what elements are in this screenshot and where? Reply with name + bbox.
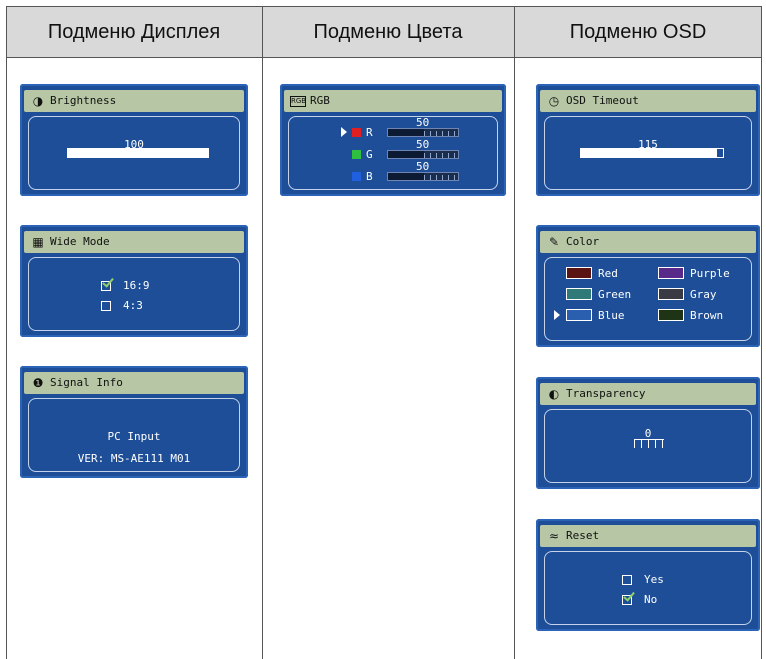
column-divider (262, 6, 263, 659)
color-swatch-blue[interactable] (566, 309, 592, 321)
transparency-icon: ◐ (548, 387, 560, 401)
osd-title: Signal Info (50, 376, 123, 389)
option-16-9-checkbox[interactable] (101, 281, 111, 291)
reset-no-checkbox[interactable] (622, 595, 632, 605)
input-label: PC Input (107, 430, 161, 443)
half-circle-icon: ◑ (32, 94, 44, 108)
osd-title: Color (566, 235, 600, 248)
osd-body (28, 257, 240, 331)
color-swatch-gray[interactable] (658, 288, 684, 300)
color-label-red: Red (598, 267, 618, 280)
version-label: VER: MS-AE111 M01 (77, 452, 191, 465)
header-display-submenu: Подменю Дисплея (47, 21, 221, 43)
osd-timeout-slider[interactable] (580, 148, 724, 158)
header-row: Подменю Дисплея Подменю Цвета Подменю OS… (6, 6, 762, 58)
osd-title-bar: ▦ Wide Mode (24, 231, 244, 253)
osd-title: RGB (310, 94, 330, 107)
info-icon: ❶ (32, 376, 44, 390)
color-label-gray: Gray (690, 288, 717, 301)
column-divider (6, 6, 7, 659)
column-divider (514, 6, 515, 659)
osd-title-bar: ◷ OSD Timeout (540, 90, 756, 112)
color-swatch-green[interactable] (566, 288, 592, 300)
osd-title-bar: ❶ Signal Info (24, 372, 244, 394)
osd-timeout-fill (581, 149, 718, 157)
signal-info-osd: ❶ Signal Info PC Input VER: MS-AE111 M01 (20, 366, 248, 478)
option-4-3-checkbox[interactable] (101, 301, 111, 311)
header-osd-submenu: Подменю OSD (569, 21, 707, 43)
header-color-submenu: Подменю Цвета (313, 21, 463, 43)
reset-yes-checkbox[interactable] (622, 575, 632, 585)
osd-title-bar: ≈ Reset (540, 525, 756, 547)
blue-square-icon (352, 172, 361, 181)
color-osd: ✎ Color Red Purple Green Gray Blue Brown (536, 225, 760, 347)
column-divider (761, 6, 762, 659)
color-label-blue: Blue (598, 309, 625, 322)
selection-arrow-icon (341, 127, 347, 137)
clock-icon: ◷ (548, 94, 560, 108)
reset-yes-label: Yes (644, 573, 664, 586)
channel-r-label: R (366, 126, 373, 139)
option-16-9-label: 16:9 (123, 279, 150, 292)
brightness-slider[interactable] (67, 148, 209, 158)
osd-title: OSD Timeout (566, 94, 639, 107)
palette-icon: ✎ (548, 235, 560, 249)
wide-mode-osd: ▦ Wide Mode 16:9 4:3 (20, 225, 248, 337)
green-square-icon (352, 150, 361, 159)
color-label-green: Green (598, 288, 632, 301)
transparency-scale[interactable] (634, 439, 664, 448)
color-swatch-brown[interactable] (658, 309, 684, 321)
color-swatch-purple[interactable] (658, 267, 684, 279)
osd-timeout-osd: ◷ OSD Timeout 115 (536, 84, 760, 196)
selection-arrow-icon (554, 310, 560, 320)
color-label-brown: Brown (690, 309, 724, 322)
osd-title: Reset (566, 529, 600, 542)
red-square-icon (352, 128, 361, 137)
rgb-icon: RGB (290, 96, 307, 107)
channel-r-slider[interactable] (387, 128, 459, 137)
osd-title-bar: RGB RGB (284, 90, 502, 112)
channel-g-label: G (366, 148, 373, 161)
color-swatch-red[interactable] (566, 267, 592, 279)
color-label-purple: Purple (690, 267, 730, 280)
brightness-osd: ◑ Brightness 100 (20, 84, 248, 196)
reset-icon: ≈ (548, 529, 560, 543)
rgb-osd: RGB RGB R 50 G 50 B 50 (280, 84, 506, 196)
reset-no-label: No (644, 593, 658, 606)
osd-title: Brightness (50, 94, 117, 107)
channel-g-slider[interactable] (387, 150, 459, 159)
osd-title-bar: ◐ Transparency (540, 383, 756, 405)
channel-b-slider[interactable] (387, 172, 459, 181)
channel-b-label: B (366, 170, 373, 183)
option-4-3-label: 4:3 (123, 299, 143, 312)
transparency-osd: ◐ Transparency 0 (536, 377, 760, 489)
osd-body (544, 551, 752, 625)
osd-title: Wide Mode (50, 235, 110, 248)
osd-title-bar: ✎ Color (540, 231, 756, 253)
osd-title-bar: ◑ Brightness (24, 90, 244, 112)
osd-title: Transparency (566, 387, 646, 400)
wide-mode-icon: ▦ (32, 235, 44, 249)
reset-osd: ≈ Reset Yes No (536, 519, 760, 631)
